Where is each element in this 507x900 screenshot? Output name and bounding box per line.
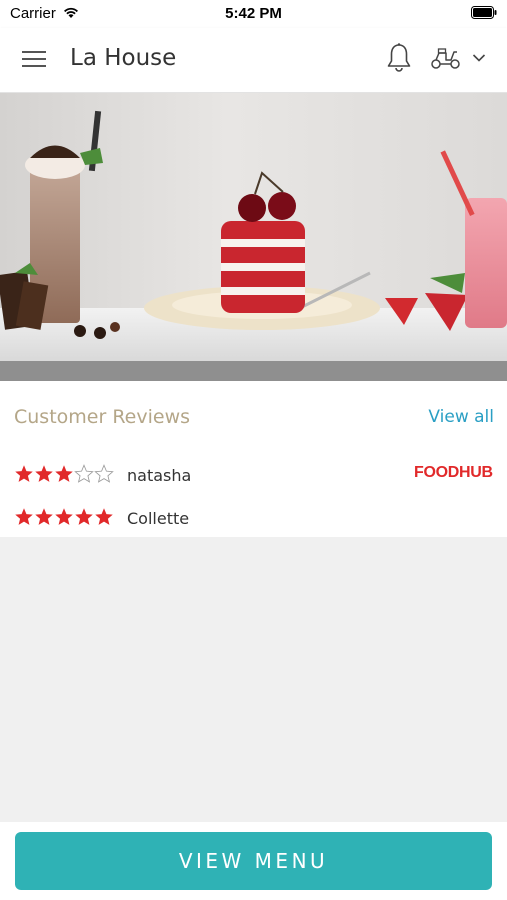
star-rating [14,507,114,527]
star-filled-icon [55,465,73,482]
review-item: natasha FOODHUB [14,464,494,488]
star-filled-icon [95,508,113,525]
hamburger-menu-icon[interactable] [22,48,48,70]
reviewer-name: Collette [127,509,190,528]
reviews-title: Customer Reviews [14,406,191,428]
desserts-banner-image [0,93,507,381]
bottom-bar: VIEW MENU [0,822,507,900]
star-rating [14,464,114,484]
view-menu-button[interactable]: VIEW MENU [15,832,492,890]
battery-icon [471,6,497,19]
chevron-down-icon[interactable] [472,53,486,63]
star-filled-icon [15,508,33,525]
star-filled-icon [35,465,53,482]
review-item: Collette [14,507,494,531]
reviewer-name: natasha [127,466,192,485]
scooter-icon[interactable] [430,46,462,70]
star-filled-icon [75,508,93,525]
app-header: La House [0,28,507,93]
star-filled-icon [35,508,53,525]
page-title: La House [70,45,177,71]
hero-banner [0,93,507,381]
star-filled-icon [55,508,73,525]
foodhub-logo: FOODHUB [414,464,493,481]
status-time: 5:42 PM [225,5,282,22]
star-filled-icon [15,465,33,482]
star-empty-icon [94,464,114,483]
star-empty-icon [74,464,94,483]
customer-reviews-section: Customer Reviews View all natasha FOODHU… [0,381,507,537]
status-bar: Carrier 5:42 PM [0,0,507,28]
bell-icon[interactable] [386,42,412,74]
view-all-link[interactable]: View all [428,407,494,427]
